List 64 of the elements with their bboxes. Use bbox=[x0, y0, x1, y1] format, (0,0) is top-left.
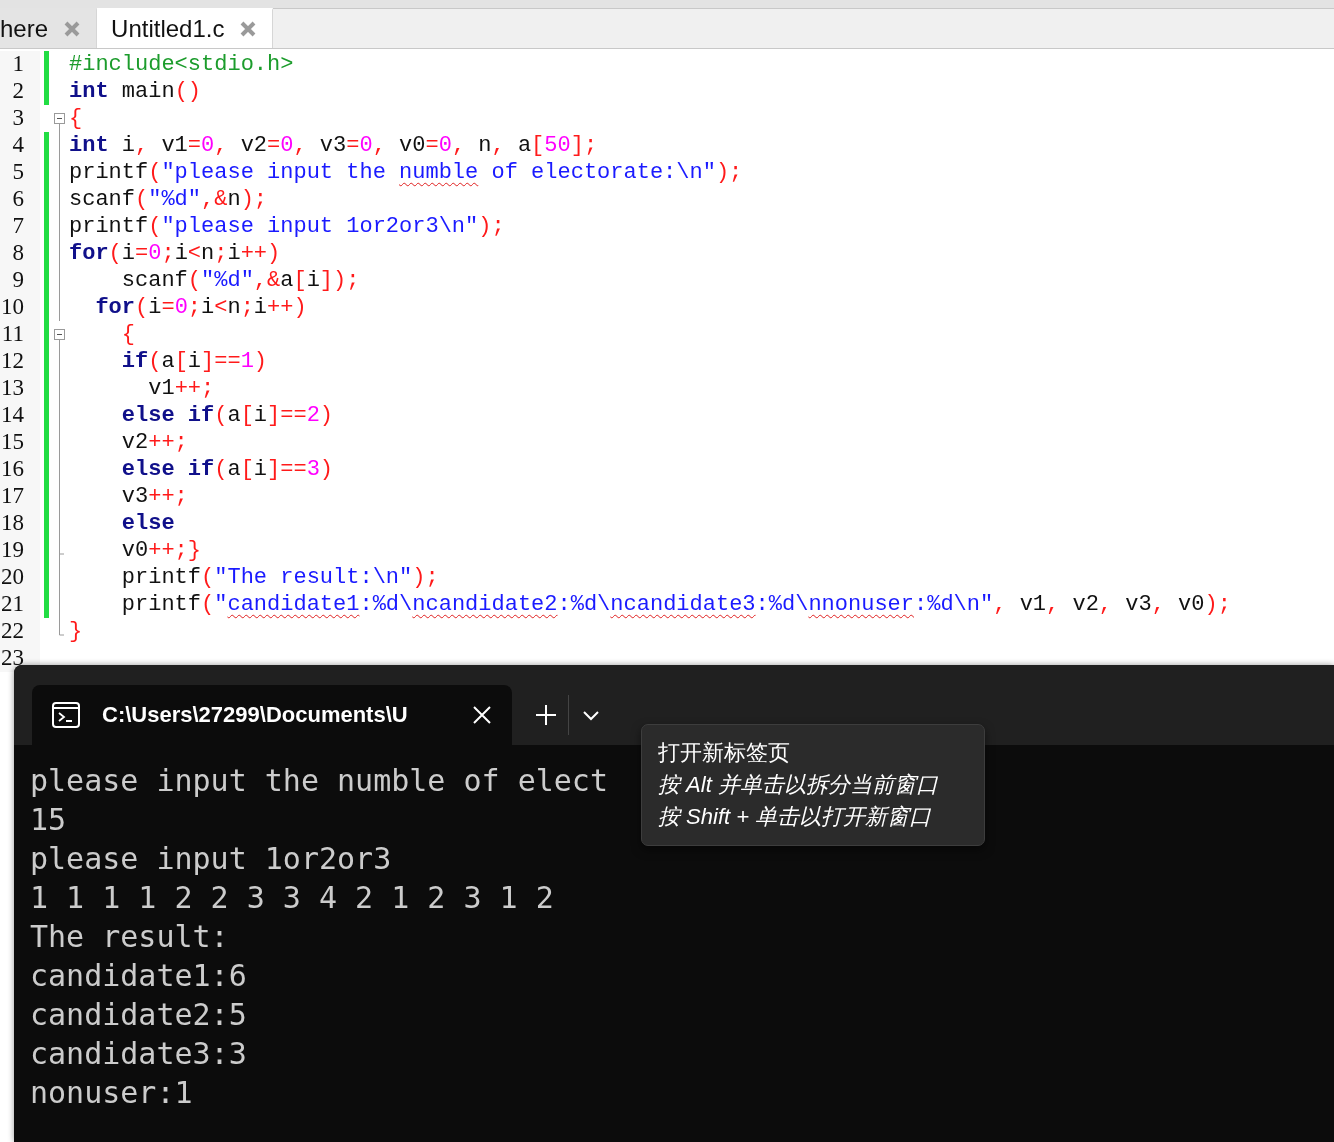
chevron-down-icon bbox=[582, 709, 600, 721]
code-line: { bbox=[120, 321, 135, 348]
code-line: v2++; bbox=[120, 429, 188, 456]
code-line: printf("candidate1:%d\ncandidate2:%d\ncandidate3:%d\nnonuser:%d\n", v1, v2, v3, v0); bbox=[120, 591, 1231, 618]
tooltip-text: 按 Alt 并单击以拆分当前窗口 bbox=[658, 771, 939, 799]
line-number: 17 bbox=[1, 483, 24, 510]
line-number: 16 bbox=[1, 456, 24, 483]
code-line: if(a[i]==1) bbox=[120, 348, 268, 375]
terminal-output-line: nonuser:1 bbox=[30, 1074, 193, 1112]
code-line: scanf("%d",&n); bbox=[69, 186, 268, 213]
code-line: printf("please input 1or2or3\n"); bbox=[69, 213, 505, 240]
line-number: 10 bbox=[1, 294, 24, 321]
terminal-output-line: candidate1:6 bbox=[30, 957, 247, 995]
code-line: else if(a[i]==3) bbox=[120, 456, 334, 483]
line-number: 4 bbox=[12, 132, 24, 159]
line-number: 23 bbox=[1, 645, 24, 672]
line-number: 11 bbox=[1, 321, 24, 348]
line-number: 9 bbox=[12, 267, 24, 294]
terminal-output-line: 15 bbox=[30, 801, 67, 839]
code-line: printf("The result:\n"); bbox=[120, 564, 439, 591]
code-line: v3++; bbox=[120, 483, 188, 510]
code-line: for(i=0;i<n;i++) bbox=[94, 294, 307, 321]
line-number: 3 bbox=[12, 105, 24, 132]
terminal-icon bbox=[52, 702, 80, 728]
code-line: int main() bbox=[69, 78, 202, 105]
code-line: v1++; bbox=[147, 375, 215, 402]
code-line: v0++;} bbox=[120, 537, 202, 564]
terminal-tab[interactable]: C:\Users\27299\Documents\U bbox=[32, 685, 512, 745]
terminal-output-line: 1 1 1 1 2 2 3 3 4 2 1 2 3 1 2 bbox=[30, 879, 554, 917]
line-number: 12 bbox=[1, 348, 24, 375]
line-number: 1 bbox=[12, 51, 24, 78]
code-line: #include<stdio.h> bbox=[69, 51, 294, 78]
code-line: { bbox=[69, 105, 83, 132]
line-number: 19 bbox=[1, 537, 24, 564]
line-number: 22 bbox=[1, 618, 24, 645]
line-number: 7 bbox=[12, 213, 24, 240]
line-number: 5 bbox=[12, 159, 24, 186]
close-icon[interactable] bbox=[472, 705, 492, 725]
tooltip-text: 按 Shift + 单击以打开新窗口 bbox=[658, 803, 933, 831]
plus-icon bbox=[535, 704, 557, 726]
tooltip-text: 打开新标签页 bbox=[658, 739, 791, 767]
file-tab[interactable]: here bbox=[0, 8, 98, 48]
line-number: 8 bbox=[12, 240, 24, 267]
code-line: else bbox=[120, 510, 175, 537]
terminal-output-line: The result: bbox=[30, 918, 229, 956]
code-line: else if(a[i]==2) bbox=[120, 402, 334, 429]
line-number: 2 bbox=[12, 78, 24, 105]
line-number: 6 bbox=[12, 186, 24, 213]
line-number: 13 bbox=[1, 375, 24, 402]
file-tab[interactable]: Untitled1.c bbox=[97, 8, 274, 48]
code-line: for(i=0;i<n;i++) bbox=[69, 240, 281, 267]
terminal-output-line: please input 1or2or3 bbox=[30, 840, 392, 878]
code-line: scanf("%d",&a[i]); bbox=[120, 267, 360, 294]
code-line: printf("please input the numble of electorate:\n"); bbox=[69, 159, 743, 186]
terminal-output-line: candidate2:5 bbox=[30, 996, 247, 1034]
code-line: int i, v1=0, v2=0, v3=0, v0=0, n, a[50]; bbox=[69, 132, 598, 159]
line-number: 18 bbox=[1, 510, 24, 537]
line-number: 15 bbox=[1, 429, 24, 456]
line-number: 21 bbox=[1, 591, 24, 618]
code-line: } bbox=[69, 618, 83, 645]
line-number: 20 bbox=[1, 564, 24, 591]
terminal-output-line: candidate3:3 bbox=[30, 1035, 247, 1073]
line-number: 14 bbox=[1, 402, 24, 429]
terminal-output-line: please input the numble of elect bbox=[30, 762, 608, 800]
